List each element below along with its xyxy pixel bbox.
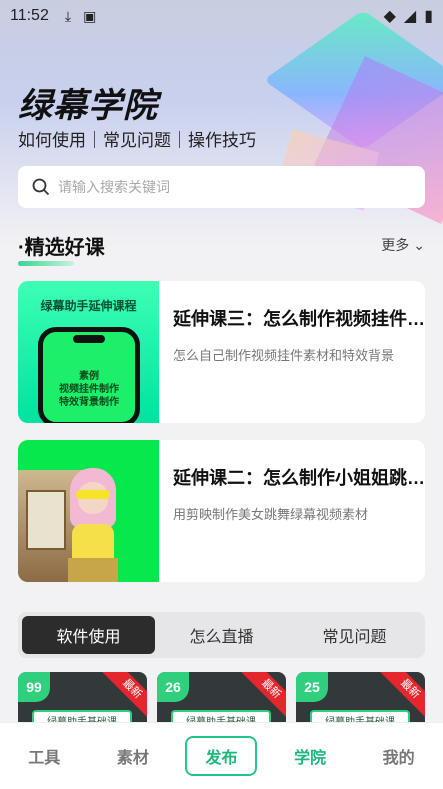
video-number: 25: [296, 672, 328, 702]
course-card[interactable]: 绿幕助手延伸课程 素例 视频挂件制作 特效背景制作 延伸课三：怎么制作视频挂件素…: [18, 281, 425, 423]
search-icon: [32, 178, 50, 196]
course-thumbnail: 绿幕助手延伸课程 素例 视频挂件制作 特效背景制作: [18, 281, 159, 423]
tab-software-use[interactable]: 软件使用: [22, 616, 155, 654]
video-number: 26: [157, 672, 189, 702]
course-thumbnail: [18, 440, 159, 582]
nav-materials[interactable]: 素材: [97, 738, 169, 774]
status-right-icons: ◆ ◢ ▮: [384, 6, 433, 26]
course-title: 延伸课三：怎么制作视频挂件素材和特效背景: [173, 309, 425, 329]
nav-publish[interactable]: 发布: [185, 736, 258, 776]
more-label: 更多: [381, 237, 410, 253]
bottom-nav: 工具 素材 发布 学院 我的: [0, 722, 443, 789]
course-desc: 怎么自己制作视频挂件素材和特效背景: [173, 348, 395, 363]
course-title: 延伸课二：怎么制作小姐姐跳舞绿幕视频素材: [173, 468, 425, 488]
course-desc: 用剪映制作美女跳舞绿幕视频素材: [173, 507, 369, 522]
status-time: 11:52: [10, 7, 49, 24]
phone-illustration: 素例 视频挂件制作 特效背景制作: [38, 327, 140, 423]
page-title: 绿幕学院: [18, 78, 158, 127]
a-icon: ▣: [83, 7, 97, 24]
tagline: 如何使用｜常见问题｜操作技巧: [18, 131, 256, 150]
more-button[interactable]: 更多 ⌄: [381, 235, 425, 255]
status-bar: 11:52 ⤓ ▣ ◆ ◢ ▮: [0, 0, 443, 32]
search-bar[interactable]: [18, 166, 425, 208]
section-title: ·精选好课: [18, 231, 105, 266]
girl-skirt: [68, 558, 118, 582]
phone-text-line: 特效背景制作: [59, 397, 119, 408]
title-underline: [18, 260, 74, 266]
phone-text-line: 视频挂件制作: [59, 384, 119, 395]
section-title-text: ·精选好课: [18, 236, 105, 259]
course-card[interactable]: 延伸课二：怎么制作小姐姐跳舞绿幕视频素材 用剪映制作美女跳舞绿幕视频素材: [18, 440, 425, 582]
brand-text: 绿幕学院: [18, 87, 158, 125]
tab-faq[interactable]: 常见问题: [288, 616, 421, 654]
phone-text-line: 素例: [79, 371, 99, 382]
download-icon: ⤓: [64, 7, 72, 24]
category-tabs: 软件使用 怎么直播 常见问题: [18, 612, 425, 658]
nav-academy[interactable]: 学院: [274, 738, 346, 774]
chevron-down-icon: ⌄: [413, 236, 425, 253]
course-info: 延伸课三：怎么制作视频挂件素材和特效背景 怎么自己制作视频挂件素材和特效背景: [159, 281, 425, 423]
wifi-icon: ◆: [383, 8, 396, 25]
course-info: 延伸课二：怎么制作小姐姐跳舞绿幕视频素材 用剪映制作美女跳舞绿幕视频素材: [159, 440, 425, 582]
nav-mine[interactable]: 我的: [363, 738, 435, 774]
girl-glasses: [76, 490, 110, 499]
tab-live-stream[interactable]: 怎么直播: [155, 616, 288, 654]
phone-text: 素例 视频挂件制作 特效背景制作: [43, 370, 135, 409]
signal-icon: ◢: [403, 8, 417, 25]
section-header: ·精选好课 更多 ⌄: [18, 230, 425, 266]
battery-icon: ▮: [424, 8, 433, 25]
room-window: [26, 490, 66, 550]
phone-notch: [73, 335, 105, 343]
nav-tools[interactable]: 工具: [8, 738, 80, 774]
search-input[interactable]: [58, 179, 388, 195]
thumb-title: 绿幕助手延伸课程: [40, 299, 137, 313]
video-number: 99: [18, 672, 50, 702]
